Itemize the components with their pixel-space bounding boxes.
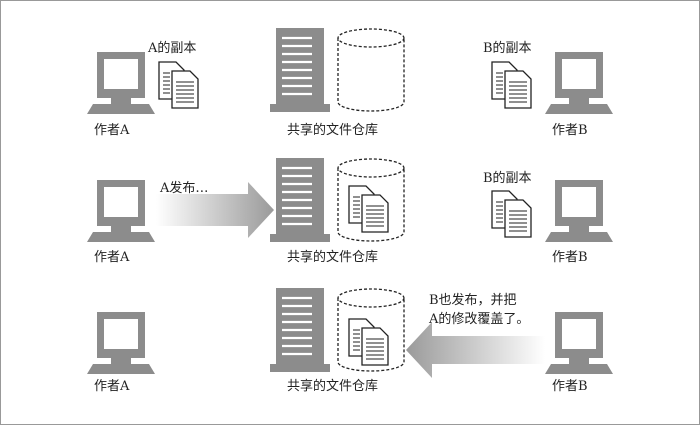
server-icon [270,28,330,112]
author-b-label: 作者B [552,379,588,394]
diagram: 作者A A的副本 共享的文件仓库 B的副本 作者B 作者A A发布… 共享的文件… [0,0,700,425]
b-publish-label-line2: A的修改覆盖了。 [428,311,529,327]
author-a-computer-icon [87,52,155,114]
author-a-computer-icon [87,312,155,374]
author-a-label: 作者A [94,123,130,138]
server-icon [270,158,330,242]
author-a-label: 作者A [94,379,130,394]
author-a-computer-icon [87,180,155,242]
publish-overwrite-diagram: 作者A A的副本 共享的文件仓库 B的副本 作者B 作者A A发布… 共享的文件… [0,0,700,425]
author-b-computer-icon [545,312,613,374]
copy-a-label: A的副本 [147,40,196,56]
author-a-label: 作者A [94,250,130,265]
copy-b-label: B的副本 [483,170,532,186]
repository-label: 共享的文件仓库 [287,122,378,138]
a-publish-label: A发布… [159,180,208,196]
repository-label: 共享的文件仓库 [287,249,378,265]
author-b-computer-icon [545,52,613,114]
author-b-label: 作者B [552,250,588,265]
b-publish-label-line1: B也发布，并把 [429,292,517,308]
repository-label: 共享的文件仓库 [287,378,378,394]
repository-cylinder-icon [337,28,405,112]
author-b-computer-icon [545,180,613,242]
server-icon [270,288,330,372]
copy-b-label: B的副本 [483,40,532,56]
author-b-label: 作者B [552,123,588,138]
